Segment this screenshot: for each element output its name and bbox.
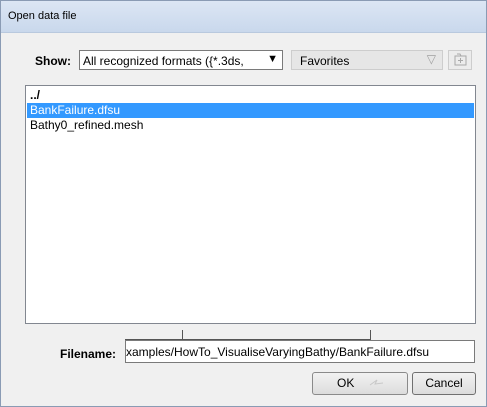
show-label: Show:	[35, 54, 71, 68]
ok-button[interactable]: OK	[312, 372, 408, 395]
chevron-down-icon: ▽	[426, 52, 436, 66]
cancel-button[interactable]: Cancel	[412, 372, 476, 395]
ok-label: OK	[337, 376, 355, 390]
file-list[interactable]: ../ BankFailure.dfsu Bathy0_refined.mesh	[25, 85, 476, 324]
add-folder-icon	[454, 53, 467, 66]
format-select-value: All recognized formats ({*.3ds,	[83, 54, 244, 68]
list-item[interactable]: Bathy0_refined.mesh	[27, 118, 474, 133]
list-item-parent-dir[interactable]: ../	[27, 88, 474, 103]
title-bar[interactable]: Open data file	[1, 1, 486, 33]
format-select[interactable]: All recognized formats ({*.3ds, ▼	[79, 50, 283, 70]
add-favorite-button[interactable]	[448, 50, 472, 70]
splitter-handle[interactable]	[125, 326, 371, 340]
list-item-selected[interactable]: BankFailure.dfsu	[27, 103, 474, 118]
favorites-select-value: Favorites	[300, 54, 350, 68]
favorites-select[interactable]: Favorites ▽	[291, 50, 443, 70]
mouse-cursor-icon	[369, 379, 384, 386]
open-data-file-dialog: Open data file Show: All recognized form…	[0, 0, 487, 407]
filename-field[interactable]: xamples/HowTo_VisualiseVaryingBathy/Bank…	[125, 340, 475, 363]
filename-value: xamples/HowTo_VisualiseVaryingBathy/Bank…	[126, 345, 430, 359]
dialog-title: Open data file	[8, 10, 77, 22]
filename-label: Filename:	[60, 347, 117, 361]
chevron-down-icon: ▼	[267, 53, 278, 65]
